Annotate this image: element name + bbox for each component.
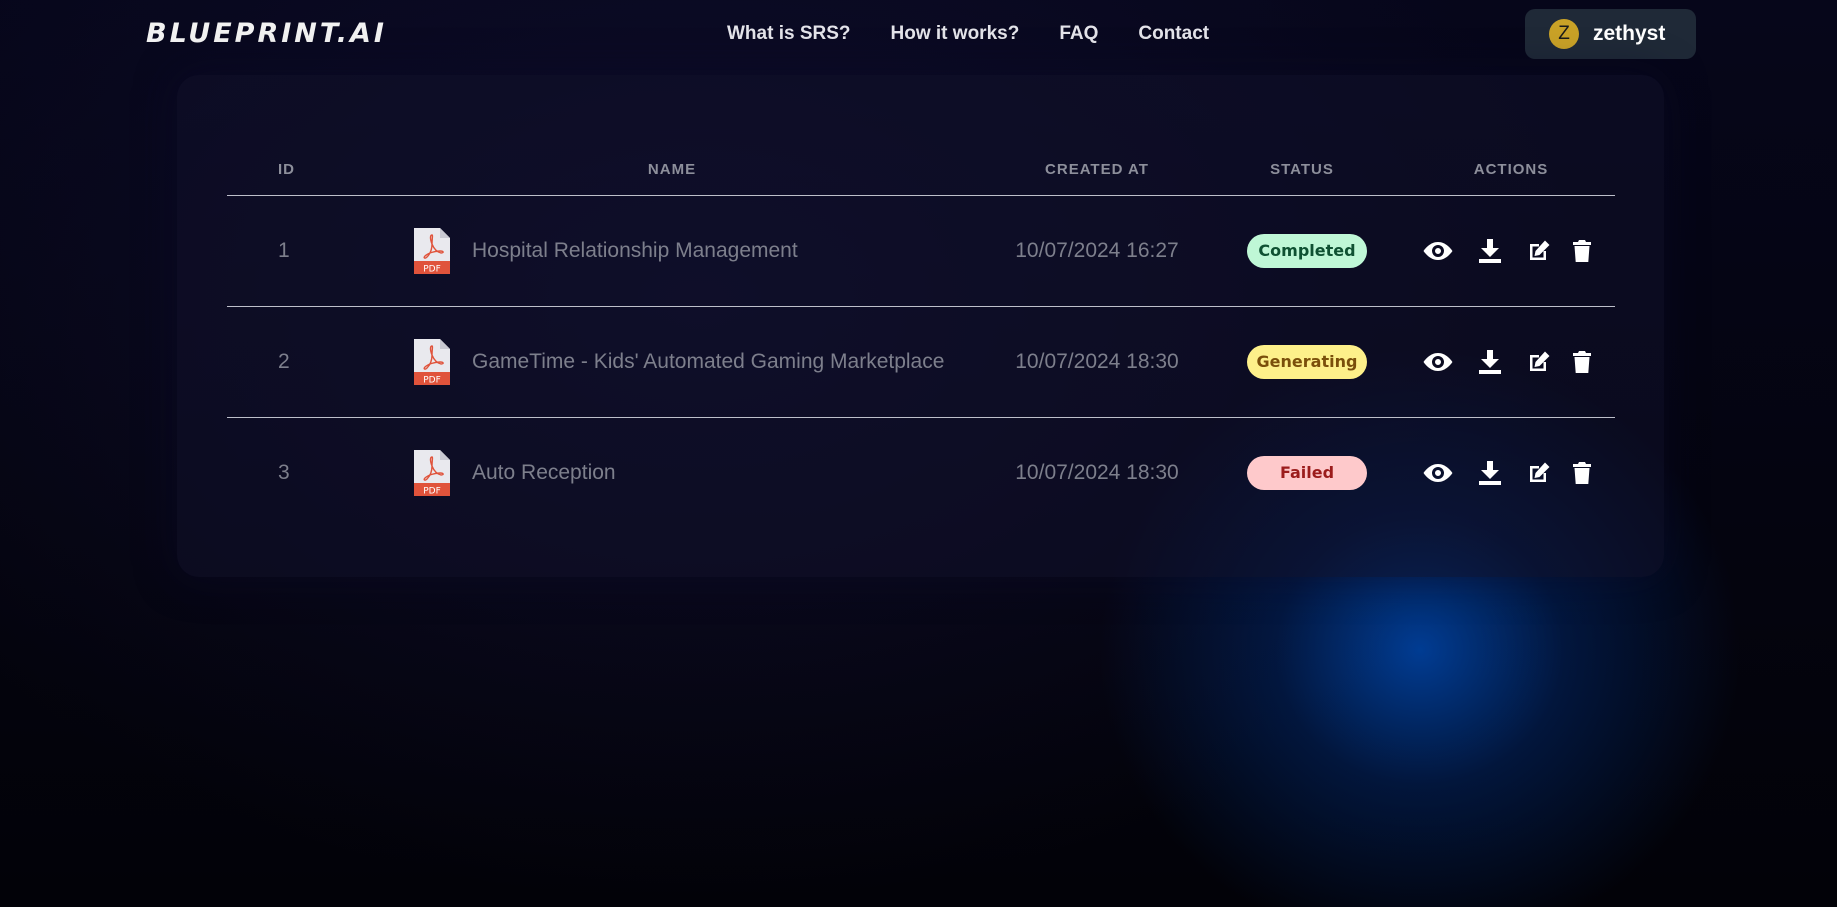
column-header-id: ID xyxy=(227,145,347,196)
user-menu-button[interactable]: Z zethyst xyxy=(1525,9,1696,59)
status-badge: Completed xyxy=(1247,233,1367,268)
nav-link-contact[interactable]: Contact xyxy=(1138,23,1209,45)
download-icon[interactable] xyxy=(1478,238,1502,263)
edit-icon[interactable] xyxy=(1527,240,1551,262)
pdf-file-icon: PDF xyxy=(414,338,450,385)
column-header-created-at: CREATED AT xyxy=(997,145,1197,196)
pdf-label: PDF xyxy=(423,486,441,496)
edit-icon[interactable] xyxy=(1527,462,1551,484)
pdf-file-icon: PDF xyxy=(414,227,450,274)
nav-link-how-it-works[interactable]: How it works? xyxy=(891,23,1020,45)
brand-logo[interactable]: BLUEPRINT.AI xyxy=(146,18,387,49)
table-row: 2 PDF GameTime - Kids' Automated Gaming … xyxy=(227,306,1615,418)
column-header-name: NAME xyxy=(347,145,997,196)
row-id: 3 xyxy=(278,460,290,484)
row-id: 2 xyxy=(227,306,347,418)
document-name[interactable]: Auto Reception xyxy=(472,461,616,485)
eye-icon[interactable] xyxy=(1423,352,1453,372)
download-icon[interactable] xyxy=(1478,460,1502,485)
pdf-label: PDF xyxy=(423,264,441,274)
trash-icon[interactable] xyxy=(1571,239,1593,262)
username: zethyst xyxy=(1593,22,1666,45)
column-header-actions: ACTIONS xyxy=(1407,145,1615,196)
table-row: 3 PDF Auto Reception 10/07/2024 18:30 Fa… xyxy=(227,417,1615,528)
avatar: Z xyxy=(1549,19,1579,49)
eye-icon[interactable] xyxy=(1423,241,1453,261)
documents-table: ID NAME CREATED AT STATUS ACTIONS 1 PDF … xyxy=(227,145,1615,528)
main-nav: What is SRS? How it works? FAQ Contact xyxy=(727,23,1209,45)
pdf-file-icon: PDF xyxy=(414,449,450,496)
trash-icon[interactable] xyxy=(1571,461,1593,484)
table-row: 1 PDF Hospital Relationship Management 1 xyxy=(227,195,1615,307)
download-icon[interactable] xyxy=(1478,349,1502,374)
created-at: 10/07/2024 16:27 xyxy=(997,195,1197,307)
edit-icon[interactable] xyxy=(1527,351,1551,373)
top-navbar: BLUEPRINT.AI What is SRS? How it works? … xyxy=(0,0,1837,68)
table-header-row: ID NAME CREATED AT STATUS ACTIONS xyxy=(227,145,1615,196)
created-at: 10/07/2024 18:30 xyxy=(1015,460,1179,484)
status-badge: Generating xyxy=(1247,344,1367,379)
trash-icon[interactable] xyxy=(1571,350,1593,373)
document-name[interactable]: GameTime - Kids' Automated Gaming Market… xyxy=(472,350,944,374)
row-id: 1 xyxy=(227,195,347,307)
document-name[interactable]: Hospital Relationship Management xyxy=(472,239,798,263)
nav-link-faq[interactable]: FAQ xyxy=(1059,23,1098,45)
pdf-label: PDF xyxy=(423,375,441,385)
documents-card: ID NAME CREATED AT STATUS ACTIONS 1 PDF … xyxy=(177,75,1664,577)
status-badge: Failed xyxy=(1247,455,1367,490)
column-header-status: STATUS xyxy=(1197,145,1407,196)
eye-icon[interactable] xyxy=(1423,463,1453,483)
created-at: 10/07/2024 18:30 xyxy=(997,306,1197,418)
nav-link-what-is-srs[interactable]: What is SRS? xyxy=(727,23,851,45)
